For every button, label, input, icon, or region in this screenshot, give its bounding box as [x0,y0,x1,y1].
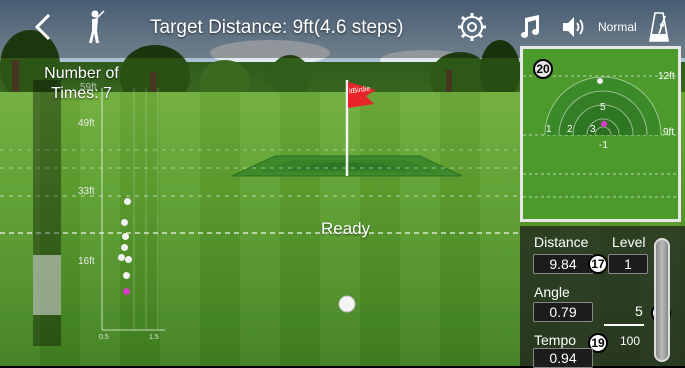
tempo-field[interactable]: 0.94 [533,348,593,368]
speaker-icon[interactable] [560,13,588,41]
angle-field[interactable]: 0.79 [533,302,593,322]
distance-badge: 17 [588,254,608,274]
target-distance-title: Target Distance: 9ft(4.6 steps) [150,17,404,38]
mini-map-label-9ft: 9ft [663,127,675,138]
mini-map-offset: -1 [599,140,608,151]
shot-dot [121,244,128,251]
mini-map: 20 12ft 9ft 1 2 3 5 -1 [520,46,681,222]
mini-map-ring-1: 1 [546,124,552,135]
shot-dot [121,219,128,226]
x-tick: 1.5 [149,334,159,341]
vertical-slider[interactable] [654,238,670,362]
metronome-icon[interactable] [646,9,672,45]
x-tick: 0.5 [99,334,109,341]
distance-label: Distance [534,234,589,250]
shot-dot [125,256,132,263]
y-tick-16ft: 16ft [78,256,95,267]
mini-map-ring-5: 5 [600,102,606,113]
shot-dot-latest [123,288,130,295]
mini-map-ring-3: 3 [590,124,596,135]
angle-label: Angle [534,284,570,300]
y-tick-49ft: 49ft [78,118,95,129]
power-bar-fill [33,255,61,315]
speed-mode-label[interactable]: Normal [598,20,637,34]
shot-count-label: Number of Times: 7 [34,64,129,104]
tempo-label: Tempo [534,332,577,348]
tempo-side-value: 100 [620,334,641,348]
shot-count-line1: Number of [44,65,119,82]
angle-side-value: 5 [635,303,643,319]
status-text: Ready [321,219,371,238]
shot-dot [118,254,125,261]
y-tick-33ft: 33ft [78,186,95,197]
distance-field[interactable]: 9.84 [533,254,593,274]
shot-dot [124,198,131,205]
level-field[interactable]: 1 [608,254,648,274]
shot-dot [123,272,130,279]
mini-map-ring-2: 2 [567,124,573,135]
back-chevron-icon[interactable] [30,10,56,44]
music-note-icon[interactable] [518,13,544,41]
mini-map-label-12ft: 12ft [658,71,675,82]
mini-map-badge: 20 [533,59,553,79]
gear-icon[interactable] [456,11,488,43]
golfer-icon[interactable] [82,8,108,46]
shot-dot [122,233,129,240]
angle-divider [604,324,644,326]
level-label: Level [612,234,646,250]
shot-count-line2: Times: 7 [51,85,112,102]
